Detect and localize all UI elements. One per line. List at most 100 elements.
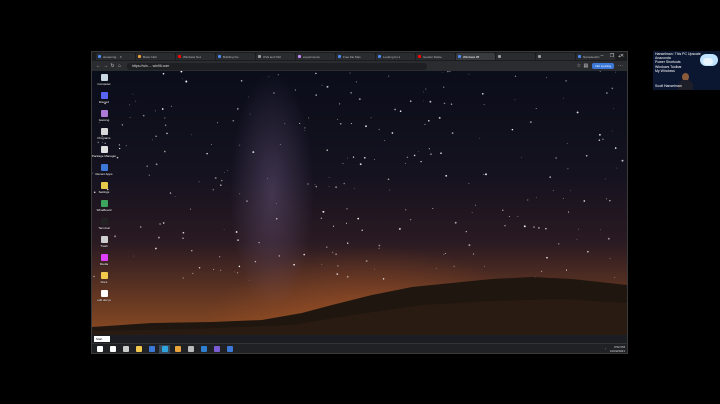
taskbar-glyph: [109, 346, 116, 352]
desktop-icon[interactable]: Computer: [95, 74, 113, 91]
browser-tab[interactable]: Book Club: [136, 53, 175, 60]
desktop-icon-label: Computer: [97, 82, 111, 86]
star: [239, 144, 241, 146]
tab-favicon-icon: [458, 55, 461, 58]
back-icon[interactable]: ←: [95, 63, 102, 70]
favorites-icon[interactable]: ☆: [575, 63, 582, 70]
tray-date: 10/22/2021: [609, 349, 625, 353]
desktop-icons: Computer Discord Gaming Programs Package Man…: [92, 74, 116, 308]
star: [164, 117, 166, 119]
close-button[interactable]: ✕: [617, 52, 627, 61]
tab-favicon-icon: [298, 55, 301, 58]
star: [546, 77, 547, 78]
star: [621, 159, 624, 162]
star: [349, 72, 351, 74]
star: [119, 147, 121, 150]
star: [328, 186, 330, 187]
desktop-icon[interactable]: Settings: [95, 182, 113, 199]
teams-icon[interactable]: [211, 345, 222, 354]
desktop-icon[interactable]: Gaming: [95, 110, 113, 127]
browser-tab[interactable]: experimenta: [296, 53, 335, 60]
taskbar-glyph: [122, 346, 129, 352]
desktop-icon[interactable]: Trash: [95, 236, 113, 253]
maximize-button[interactable]: ❐: [607, 52, 617, 61]
star: [587, 250, 589, 253]
star: [570, 190, 571, 191]
desktop-icon[interactable]: Programs: [95, 128, 113, 145]
tab-label: Free Me Mas: [343, 54, 361, 59]
taskbar-pinned: [94, 344, 237, 354]
star: [307, 183, 309, 185]
star: [326, 246, 328, 248]
star: [326, 85, 329, 88]
star: [449, 71, 451, 73]
start-icon[interactable]: [94, 345, 105, 354]
browser-tab[interactable]: Building the: [216, 53, 255, 60]
star: [357, 217, 360, 220]
star: [535, 107, 537, 110]
browser-tab[interactable]: Looking for a: [376, 53, 415, 60]
star: [451, 132, 454, 134]
forward-icon[interactable]: →: [102, 63, 109, 70]
minimize-button[interactable]: –: [597, 52, 607, 61]
browser-tab[interactable]: streaming... ✕: [96, 53, 135, 60]
star: [236, 108, 239, 110]
address-bar[interactable]: https://win.... win96.com: [127, 62, 427, 70]
vscode-icon[interactable]: [198, 345, 209, 354]
network-icon[interactable]: ◔: [604, 347, 606, 351]
reload-icon[interactable]: ↻: [109, 63, 116, 70]
desktop-icon[interactable]: Media: [95, 254, 113, 271]
desktop-icon[interactable]: WineBoard: [95, 200, 113, 217]
browser-tab[interactable]: [496, 53, 535, 60]
star: [191, 134, 193, 136]
star: [514, 99, 516, 101]
browser-tab[interactable]: Windows Nos: [176, 53, 215, 60]
star: [347, 242, 349, 244]
desktop-icon[interactable]: Docs: [95, 272, 113, 289]
star: [443, 102, 446, 105]
star: [320, 217, 323, 220]
store-icon[interactable]: [146, 345, 157, 354]
star: [315, 72, 317, 75]
menu-icon[interactable]: ⋯: [617, 63, 624, 70]
window-controls: – ❐ ✕: [597, 52, 627, 61]
star: [198, 181, 200, 183]
terminal-icon[interactable]: [185, 345, 196, 354]
desktop-icon[interactable]: Terminal: [95, 218, 113, 235]
desktop-icon[interactable]: Recent Apps: [95, 164, 113, 181]
star: [315, 94, 317, 96]
desktop-icon[interactable]: Package Manager: [92, 146, 116, 163]
browser-tab[interactable]: OVA and NGI: [256, 53, 295, 60]
browser-tab[interactable]: Windows 95: [456, 53, 495, 60]
edge-icon[interactable]: [159, 344, 170, 354]
explorer-icon[interactable]: [133, 345, 144, 354]
search-icon[interactable]: [107, 345, 118, 354]
desktop-icon[interactable]: Discord: [95, 92, 113, 109]
star: [614, 147, 617, 149]
profile-button[interactable]: Not syncing: [592, 63, 614, 69]
desktop-icon-label: Discord: [98, 100, 110, 104]
browser-tab[interactable]: Gender Dekte: [416, 53, 455, 60]
star: [599, 229, 601, 231]
home-icon[interactable]: ⌂: [116, 63, 123, 70]
collections-icon[interactable]: ▤: [582, 63, 589, 70]
star: [304, 130, 305, 131]
star: [164, 124, 167, 126]
star: [527, 199, 529, 201]
start-button[interactable]: Start: [94, 336, 110, 342]
tab-favicon-icon: [538, 55, 541, 58]
star: [346, 208, 348, 210]
desktop-icon[interactable]: edit.doc.js: [95, 290, 113, 307]
star: [278, 255, 281, 257]
task-view-icon[interactable]: [120, 345, 131, 354]
star: [121, 124, 124, 126]
star: [220, 184, 222, 186]
browser-tab[interactable]: [536, 53, 575, 60]
star: [155, 163, 158, 166]
chrome-icon[interactable]: [172, 345, 183, 354]
star: [450, 103, 453, 105]
star: [444, 253, 446, 255]
app-icon[interactable]: [224, 345, 235, 354]
browser-tab[interactable]: Free Me Mas: [336, 53, 375, 60]
tray-clock[interactable]: 3:52 PM 10/22/2021: [610, 345, 625, 353]
